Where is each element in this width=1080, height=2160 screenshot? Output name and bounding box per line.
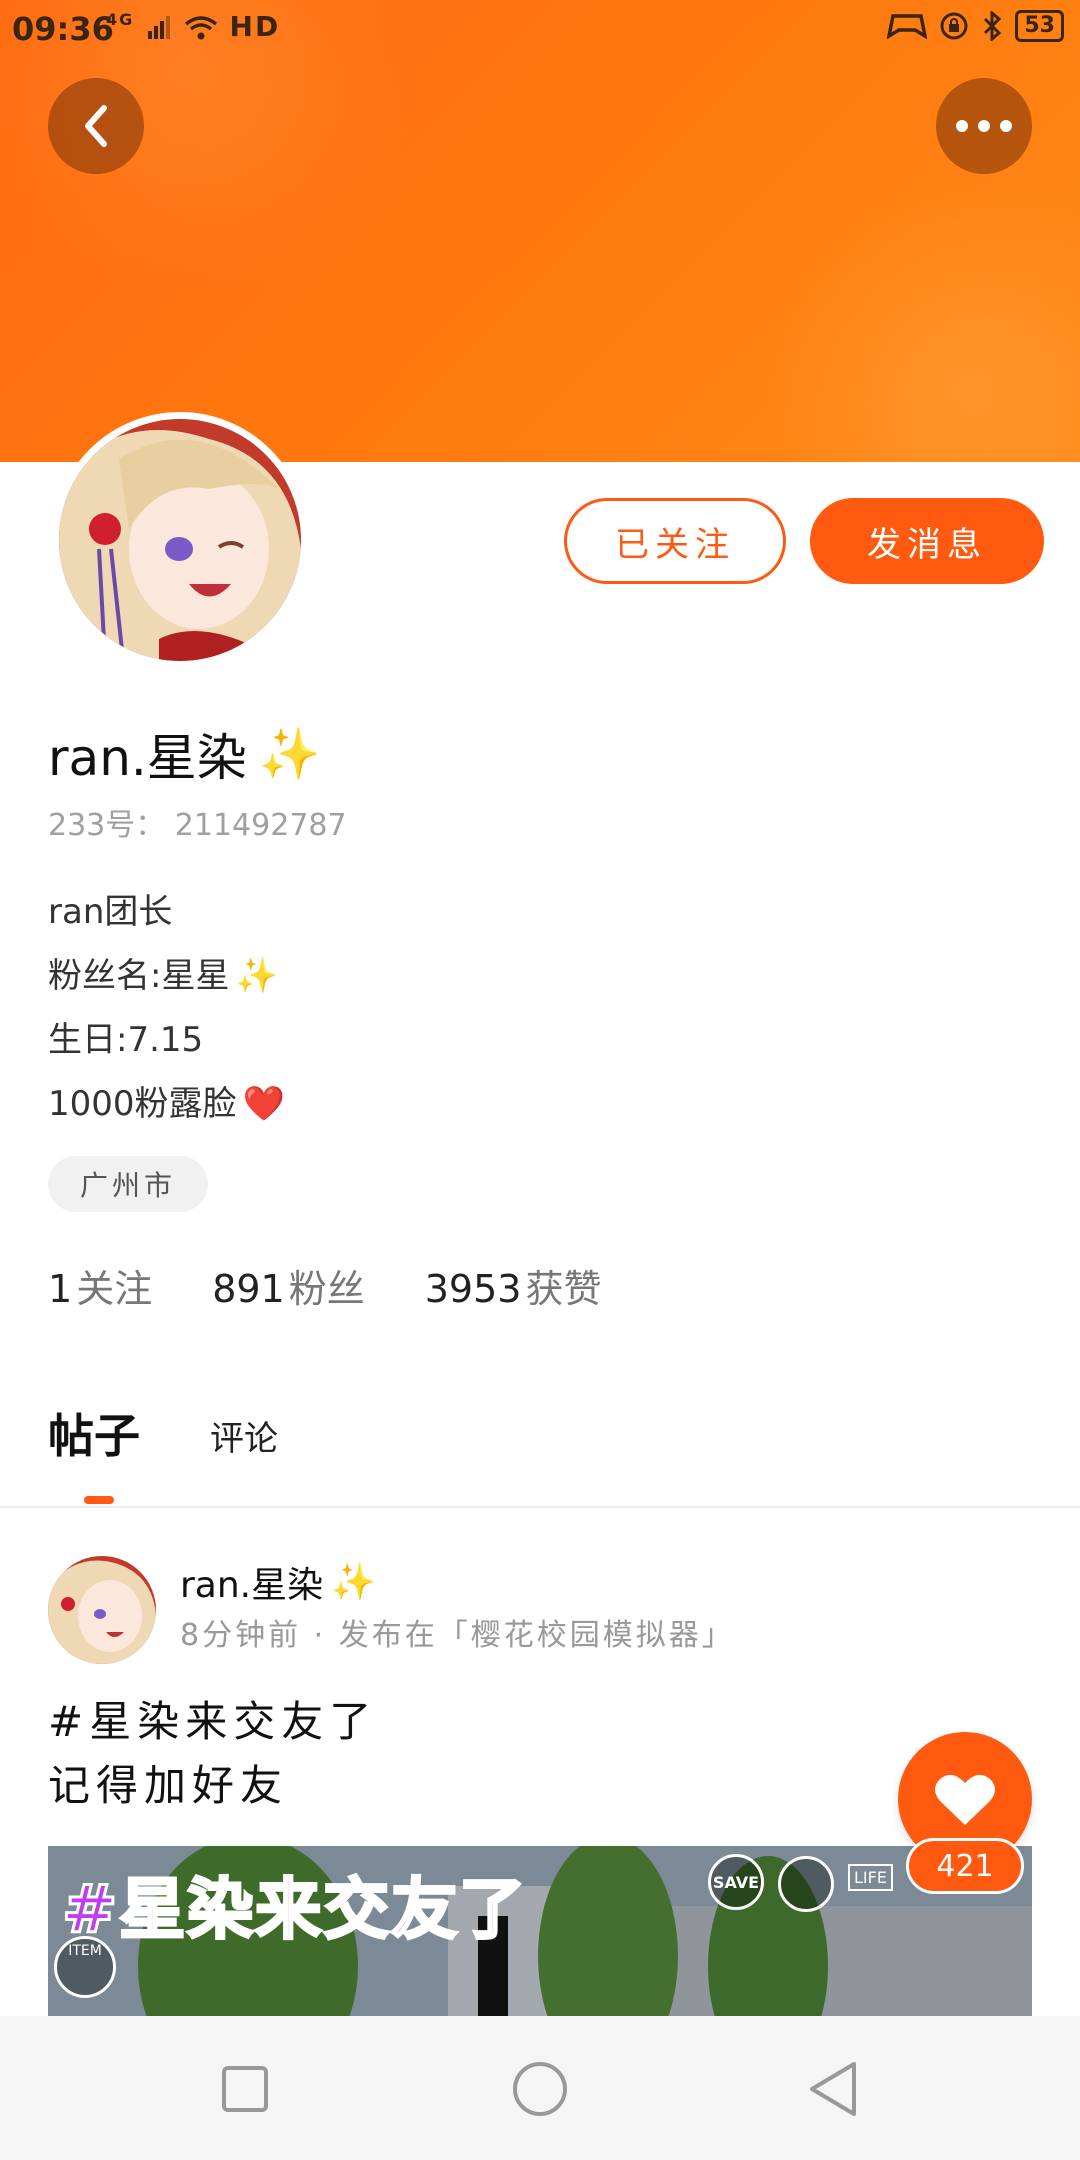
bio-line: 粉丝名:星星 ✨ — [48, 944, 285, 1008]
square-icon — [222, 2066, 268, 2112]
stat-number: 1 — [48, 1267, 73, 1311]
post-text-line: 记得加好友 — [48, 1761, 289, 1810]
circle-icon — [513, 2062, 567, 2116]
more-options-button[interactable] — [936, 78, 1032, 174]
recent-apps-button[interactable] — [212, 2056, 278, 2122]
post-content[interactable]: #星染来交友了 记得加好友 — [48, 1690, 377, 1818]
more-dots-icon — [956, 120, 1012, 132]
stat-number: 3953 — [424, 1267, 522, 1311]
post-text-line: #星染来交友了 — [48, 1697, 378, 1746]
banner-decoration — [760, 180, 1080, 462]
bio-line: 1000粉露脸 ❤️ — [48, 1072, 285, 1136]
location-tag[interactable]: 广州市 — [48, 1156, 209, 1212]
heart-icon — [935, 1774, 995, 1825]
chevron-left-icon — [85, 105, 107, 147]
bio-line-text: ran团长 — [48, 892, 173, 932]
profile-header-banner — [0, 0, 1080, 462]
home-button[interactable] — [507, 2056, 573, 2122]
heart-icon: ❤️ — [242, 1084, 285, 1124]
profile-name-text: ran.星染 — [48, 729, 247, 787]
bio-line-text: 生日:7.15 — [48, 1020, 204, 1060]
wifi-icon — [184, 16, 217, 40]
sparkles-icon: ✨ — [235, 956, 278, 996]
profile-avatar[interactable] — [52, 412, 308, 668]
post-author-name[interactable]: ran.星染 ✨ — [180, 1556, 376, 1608]
bio-line-text: 1000粉露脸 — [48, 1084, 237, 1124]
post-image[interactable]: #星染来交友了 SAVE LIFE ITEM — [48, 1846, 1032, 2016]
stat-following[interactable]: 1 关注 — [48, 1258, 152, 1313]
profile-bio: ran团长 粉丝名:星星 ✨ 生日:7.15 1000粉露脸 ❤️ — [48, 880, 285, 1136]
divider — [0, 1506, 1080, 1508]
system-back-button[interactable] — [800, 2056, 866, 2122]
back-button[interactable] — [48, 78, 144, 174]
tab-posts[interactable]: 帖子 — [48, 1400, 140, 1466]
signal-icon: 4G HD — [106, 10, 280, 43]
post-meta: 8分钟前 · 发布在「樱花校园模拟器」 — [180, 1618, 735, 1653]
sparkles-icon: ✨ — [258, 724, 322, 783]
profile-uid: 233号： 211492787 — [48, 808, 347, 843]
profile-name: ran.星染 ✨ — [48, 718, 321, 790]
bio-line: ran团长 — [48, 880, 285, 944]
stat-likes[interactable]: 3953 获赞 — [425, 1258, 602, 1313]
tab-indicator — [84, 1496, 114, 1504]
status-time: 09:36 — [12, 10, 114, 48]
post-image-overlay-title: #星染来交友了 — [60, 1870, 528, 1950]
bio-line: 生日:7.15 — [48, 1008, 285, 1072]
post-author-text: ran.星染 — [180, 1565, 324, 1606]
life-indicator: LIFE — [848, 1864, 893, 1891]
status-bar: 09:36 4G HD 53 — [0, 0, 1080, 56]
item-icon: ITEM — [54, 1936, 116, 1998]
system-navbar — [0, 2016, 1080, 2160]
game-controller-icon — [887, 14, 928, 40]
signal-label: 4G — [106, 10, 135, 29]
stat-followers[interactable]: 891 粉丝 — [212, 1258, 365, 1313]
game-save-icon: SAVE — [708, 1854, 764, 1910]
lock-rotation-icon — [940, 12, 968, 40]
triangle-back-icon — [810, 2062, 856, 2116]
stat-number: 891 — [212, 1267, 285, 1311]
camera-icon — [778, 1856, 834, 1912]
sparkles-icon: ✨ — [331, 1562, 376, 1603]
battery-indicator: 53 — [1015, 10, 1064, 42]
hd-label: HD — [229, 10, 281, 43]
status-right-icons: 53 — [887, 10, 1064, 42]
profile-tabs: 帖子 评论 — [48, 1400, 278, 1466]
bio-line-text: 粉丝名:星星 — [48, 956, 230, 996]
tab-comments[interactable]: 评论 — [210, 1411, 278, 1466]
stat-label: 关注 — [76, 1267, 153, 1311]
stat-label: 粉丝 — [288, 1267, 365, 1311]
stat-label: 获赞 — [525, 1267, 602, 1311]
like-count: 421 — [906, 1838, 1024, 1894]
following-button[interactable]: 已关注 — [564, 498, 786, 584]
bluetooth-icon — [984, 11, 1002, 41]
post-author-avatar[interactable] — [48, 1556, 156, 1664]
send-message-button[interactable]: 发消息 — [810, 498, 1044, 584]
profile-stats: 1 关注 891 粉丝 3953 获赞 — [48, 1258, 601, 1313]
